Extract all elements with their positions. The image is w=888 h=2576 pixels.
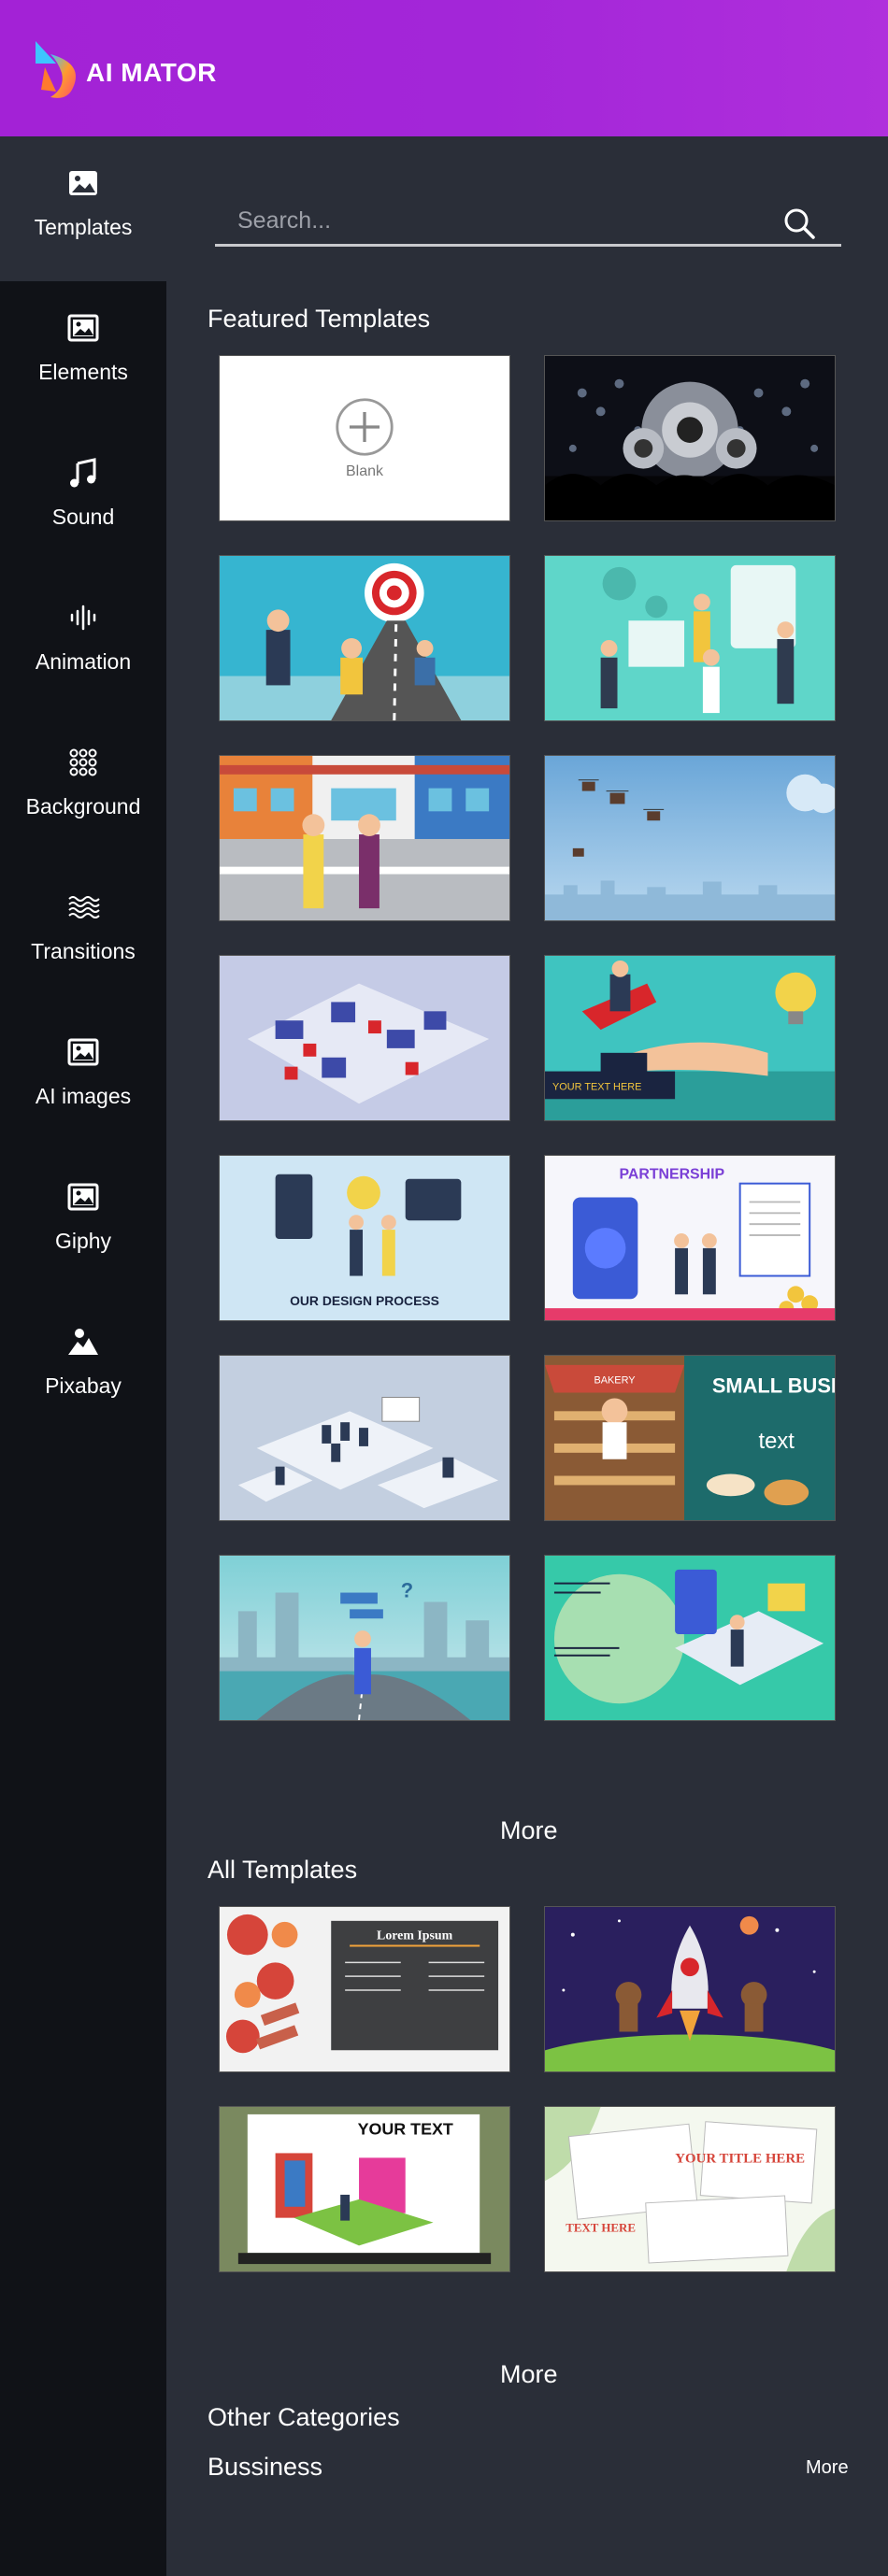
svg-text:text: text <box>759 1429 795 1454</box>
blank-label: Blank <box>345 463 384 479</box>
template-card[interactable] <box>219 555 510 721</box>
sidebar-item-label: Pixabay <box>45 1373 122 1398</box>
image-icon <box>64 309 102 347</box>
svg-text:BAKERY: BAKERY <box>594 1375 636 1387</box>
sidebar-item-giphy[interactable]: Giphy <box>0 1150 166 1295</box>
sidebar-item-ai-images[interactable]: AI images <box>0 1005 166 1150</box>
sidebar-item-transitions[interactable]: Transitions <box>0 861 166 1005</box>
template-card[interactable] <box>219 955 510 1121</box>
sidebar-item-background[interactable]: Background <box>0 716 166 861</box>
image-icon <box>64 164 102 202</box>
template-card[interactable]: YOUR TEXT HERE <box>544 955 836 1121</box>
landscape-icon <box>64 1323 102 1360</box>
svg-text:Lorem Ipsum: Lorem Ipsum <box>377 1929 453 1943</box>
featured-more-link[interactable]: More <box>500 1816 558 1845</box>
svg-text:?: ? <box>401 1579 413 1602</box>
template-card[interactable]: YOUR TITLE HERE TEXT HERE <box>544 2106 836 2272</box>
other-categories-heading: Other Categories <box>208 2403 400 2431</box>
template-card[interactable] <box>219 1355 510 1521</box>
music-note-icon <box>64 454 102 491</box>
search-icon[interactable] <box>781 206 817 241</box>
sidebar-item-sound[interactable]: Sound <box>0 426 166 571</box>
template-card[interactable]: OUR DESIGN PROCESS <box>219 1155 510 1321</box>
svg-text:YOUR TITLE HERE: YOUR TITLE HERE <box>675 2151 805 2166</box>
template-card[interactable]: Lorem Ipsum <box>219 1906 510 2072</box>
template-card[interactable] <box>544 1555 836 1721</box>
template-card[interactable] <box>544 1906 836 2072</box>
category-title-business: Bussiness <box>208 2453 323 2481</box>
app-logo[interactable]: AI MATOR <box>30 36 217 110</box>
sidebar-item-label: Transitions <box>31 939 136 963</box>
logo-text: AI MATOR <box>86 58 217 87</box>
main-panel: Featured Templates Blank <box>166 136 888 2576</box>
svg-text:PARTNERSHIP: PARTNERSHIP <box>619 1167 724 1183</box>
featured-templates-heading: Featured Templates <box>208 305 431 333</box>
template-card[interactable]: PARTNERSHIP <box>544 1155 836 1321</box>
plus-circle-icon <box>336 398 394 456</box>
svg-text:OUR DESIGN PROCESS: OUR DESIGN PROCESS <box>290 1293 439 1308</box>
sidebar-item-label: Background <box>25 794 141 818</box>
sidebar-item-templates[interactable]: Templates <box>0 136 166 281</box>
template-card[interactable] <box>544 755 836 921</box>
search-bar <box>215 198 841 247</box>
template-card[interactable] <box>219 755 510 921</box>
all-templates-more-link[interactable]: More <box>500 2360 558 2389</box>
svg-text:YOUR TEXT: YOUR TEXT <box>358 2120 453 2139</box>
svg-text:SMALL BUSINESS: SMALL BUSINESS <box>712 1374 835 1398</box>
template-card[interactable] <box>544 355 836 521</box>
sidebar: Templates Elements Sound Animation Backg… <box>0 136 166 2576</box>
template-card[interactable] <box>544 555 836 721</box>
sidebar-item-label: Giphy <box>54 1229 112 1253</box>
image-icon <box>64 1033 102 1071</box>
template-card-blank[interactable]: Blank <box>219 355 510 521</box>
sidebar-item-label: Elements <box>38 360 128 384</box>
sidebar-item-pixabay[interactable]: Pixabay <box>0 1295 166 1440</box>
sidebar-item-elements[interactable]: Elements <box>0 281 166 426</box>
sidebar-item-label: Templates <box>34 215 133 239</box>
app-header: AI MATOR <box>0 0 888 136</box>
image-icon <box>64 1178 102 1216</box>
category-more-link[interactable]: More <box>806 2457 849 2479</box>
waveform-icon <box>64 599 102 636</box>
waves-icon <box>64 889 102 926</box>
sidebar-item-animation[interactable]: Animation <box>0 571 166 716</box>
svg-text:YOUR TEXT HERE: YOUR TEXT HERE <box>552 1081 641 1092</box>
search-input[interactable] <box>215 198 776 243</box>
template-card[interactable]: ? <box>219 1555 510 1721</box>
dots-grid-icon <box>64 744 102 781</box>
sidebar-item-label: Sound <box>51 505 115 529</box>
all-templates-heading: All Templates <box>208 1856 358 1884</box>
sidebar-item-label: Animation <box>35 649 132 674</box>
svg-text:TEXT HERE: TEXT HERE <box>566 2222 636 2235</box>
template-card[interactable]: YOUR TEXT <box>219 2106 510 2272</box>
template-card[interactable]: BAKERY SMALL BUSINESS text <box>544 1355 836 1521</box>
sidebar-item-label: AI images <box>35 1084 132 1108</box>
